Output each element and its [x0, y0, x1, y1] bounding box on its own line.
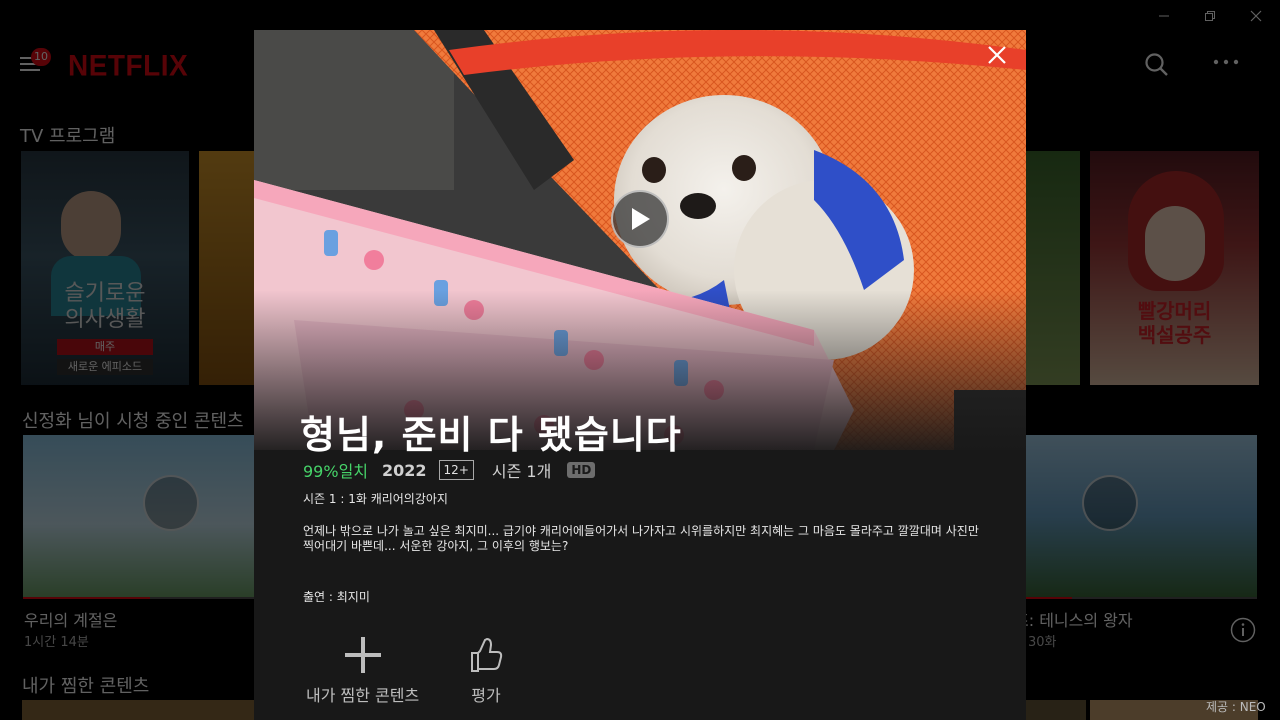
- modal-title: 형님, 준비 다 됐습니다: [300, 413, 682, 457]
- my-list-button[interactable]: 내가 찜한 콘텐츠: [306, 636, 419, 706]
- hd-badge: HD: [567, 462, 596, 478]
- search-icon[interactable]: [1144, 52, 1170, 78]
- my-list-label: 내가 찜한 콘텐츠: [306, 686, 420, 705]
- restore-button[interactable]: [1187, 0, 1233, 32]
- tile-our-seasons-title: 우리의 계절은: [24, 611, 118, 630]
- progress-track: [1026, 597, 1257, 599]
- play-icon: [632, 208, 650, 230]
- play-button[interactable]: [611, 190, 669, 248]
- plus-icon: [344, 637, 381, 673]
- more-icon[interactable]: [1212, 58, 1240, 66]
- window-close-button[interactable]: [1233, 0, 1279, 32]
- description: 언제나 밖으로 나가 놀고 싶은 최지미... 급기야 캐리어에들어가서 나가자…: [303, 524, 979, 553]
- window-titlebar: [0, 0, 1280, 32]
- tile-prince-of-tennis-title: 즈: 테니스의 왕자: [1014, 611, 1133, 630]
- season-count: 시즌 1개: [491, 462, 552, 481]
- tile-prince-of-tennis[interactable]: [1026, 435, 1257, 597]
- minimize-icon: [1159, 15, 1169, 17]
- rate-button[interactable]: 평가: [469, 636, 503, 706]
- tile-our-seasons[interactable]: [23, 435, 254, 597]
- tile-partial-right[interactable]: [1026, 151, 1080, 385]
- tile-title: 빨강머리 백설공주: [1137, 299, 1212, 347]
- restore-icon: [1205, 11, 1215, 21]
- rate-label: 평가: [471, 686, 501, 705]
- tile-my-list-1[interactable]: [22, 700, 254, 720]
- progress-track: [23, 597, 254, 599]
- row-title-tv-programs: TV 프로그램: [20, 126, 116, 147]
- minimize-button[interactable]: [1141, 0, 1187, 32]
- row-title-my-list: 내가 찜한 콘텐츠: [22, 676, 150, 697]
- close-icon: [1250, 10, 1262, 22]
- tile-snow-white[interactable]: 빨강머리 백설공주: [1090, 151, 1259, 385]
- tile-hospital-playlist[interactable]: 슬기로운 의사생활 매주 새로운 에피소드: [21, 151, 189, 385]
- cast: 출연 : 최지미: [303, 590, 370, 604]
- netflix-logo[interactable]: NETFLIX: [68, 49, 188, 83]
- release-year: 2022: [382, 460, 427, 480]
- tile-my-list-2[interactable]: [1026, 700, 1086, 720]
- match-score: 99%일치: [303, 462, 369, 481]
- meta-row: 99%일치 2022 12+ 시즌 1개 HD: [303, 458, 596, 482]
- row-title-continue-watching: 신정화 님이 시청 중인 콘텐츠: [22, 411, 244, 432]
- thumbs-up-icon: [471, 637, 503, 672]
- tile-new-episode-badge: 새로운 에피소드: [57, 359, 153, 375]
- title-detail-modal: 형님, 준비 다 됐습니다 99%일치 2022 12+ 시즌 1개 HD 시즌…: [254, 30, 1026, 720]
- notification-badge: 10: [31, 48, 51, 66]
- tile-our-seasons-duration: 1시간 14분: [24, 635, 89, 650]
- info-icon[interactable]: [1230, 617, 1256, 643]
- hero-image: [254, 30, 1026, 450]
- tile-prince-of-tennis-episodes: 30화: [1028, 635, 1057, 650]
- tile-partial-left[interactable]: [199, 151, 254, 385]
- episode-info: 시즌 1 : 1화 캐리어의강아지: [303, 492, 448, 506]
- tile-day: 매주: [57, 339, 153, 355]
- age-rating-badge: 12+: [438, 460, 474, 480]
- tile-title: 슬기로운 의사생활: [64, 281, 146, 332]
- credit-text: 제공 : NEO: [1206, 700, 1266, 714]
- close-icon[interactable]: [986, 44, 1008, 66]
